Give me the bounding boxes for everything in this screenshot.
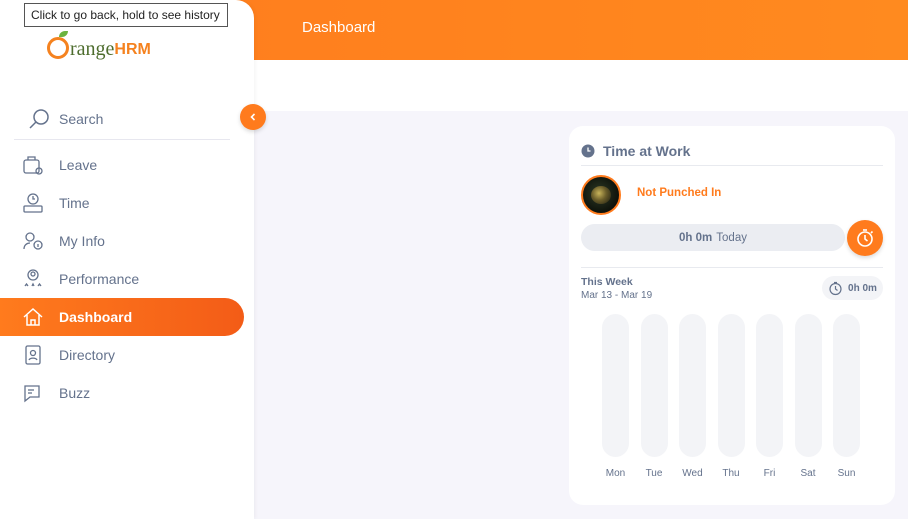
sidebar: Click to go back, hold to see history ra… <box>0 0 254 519</box>
day-bar <box>756 314 783 457</box>
orange-logo-icon <box>47 31 69 59</box>
week-title: This Week <box>581 276 633 288</box>
day-label: Wed <box>682 468 703 479</box>
today-label: Today <box>716 231 747 244</box>
week-bars: Mon Tue Wed Thu Fri Sat Sun <box>602 314 872 489</box>
day-column-sat: Sat <box>794 314 822 479</box>
day-label: Mon <box>605 468 626 479</box>
sidebar-item-performance[interactable]: Performance <box>0 260 254 298</box>
sidebar-item-label: Leave <box>59 157 98 173</box>
today-time-value: 0h 0m <box>679 231 713 244</box>
week-total-value: 0h 0m <box>848 282 877 294</box>
today-time-bar: 0h 0m Today <box>581 224 845 251</box>
leave-icon <box>14 154 52 176</box>
time-at-work-card: Time at Work Not Punched In 0h 0m Today … <box>569 126 895 505</box>
day-label: Sun <box>837 468 856 479</box>
punch-in-button[interactable] <box>847 220 883 256</box>
sidebar-item-directory[interactable]: Directory <box>0 336 254 374</box>
sidebar-item-label: Buzz <box>59 385 91 401</box>
day-label: Thu <box>722 468 740 479</box>
sidebar-item-label: Dashboard <box>59 309 133 325</box>
sidebar-search[interactable]: Search <box>14 98 230 140</box>
orangehrm-logo[interactable]: range HRM <box>47 27 151 59</box>
sidebar-menu: Leave Time My Info Performance Dashboard… <box>0 146 254 412</box>
day-label: Tue <box>645 468 663 479</box>
day-bar <box>794 314 822 457</box>
home-icon <box>14 306 52 328</box>
day-bar <box>640 314 668 457</box>
day-bar <box>602 314 629 457</box>
day-column-wed: Wed <box>679 314 706 479</box>
buzz-icon <box>14 382 52 404</box>
sidebar-item-label: My Info <box>59 233 105 249</box>
sidebar-item-leave[interactable]: Leave <box>0 146 254 184</box>
my-info-icon <box>14 230 52 252</box>
divider <box>581 267 883 268</box>
week-range: Mar 13 - Mar 19 <box>581 290 653 301</box>
card-header: Time at Work <box>581 136 883 166</box>
performance-icon <box>14 268 52 290</box>
day-bar <box>717 314 745 457</box>
day-label: Fri <box>763 468 776 479</box>
chevron-left-icon <box>250 113 256 121</box>
sidebar-item-dashboard[interactable]: Dashboard <box>0 298 244 336</box>
stopwatch-icon <box>857 229 874 247</box>
day-bar <box>679 314 706 457</box>
avatar <box>581 175 621 215</box>
day-column-mon: Mon <box>602 314 629 479</box>
punch-status: Not Punched In <box>637 187 722 199</box>
day-column-thu: Thu <box>717 314 745 479</box>
sidebar-item-label: Time <box>59 195 90 211</box>
card-title: Time at Work <box>603 142 691 159</box>
sidebar-item-my-info[interactable]: My Info <box>0 222 254 260</box>
collapse-sidebar-button[interactable] <box>240 104 266 130</box>
day-column-fri: Fri <box>756 314 783 479</box>
day-label: Sat <box>800 468 816 479</box>
search-icon <box>20 108 58 130</box>
day-bar <box>833 314 860 457</box>
sidebar-item-time[interactable]: Time <box>0 184 254 222</box>
day-column-tue: Tue <box>640 314 668 479</box>
page-title: Dashboard <box>302 19 376 36</box>
logo-text: range <box>70 38 115 60</box>
back-tooltip: Click to go back, hold to see history <box>24 3 228 27</box>
logo-text-hrm: HRM <box>114 41 151 58</box>
search-input[interactable]: Search <box>59 111 103 127</box>
sidebar-item-buzz[interactable]: Buzz <box>0 374 254 412</box>
clock-icon <box>581 144 595 157</box>
week-total-badge: 0h 0m <box>822 276 883 300</box>
day-column-sun: Sun <box>833 314 860 479</box>
sidebar-item-label: Directory <box>59 347 116 363</box>
top-subbar <box>254 60 908 111</box>
sidebar-item-label: Performance <box>59 271 140 287</box>
stopwatch-icon <box>829 281 842 295</box>
directory-icon <box>14 344 52 366</box>
time-icon <box>14 192 52 214</box>
